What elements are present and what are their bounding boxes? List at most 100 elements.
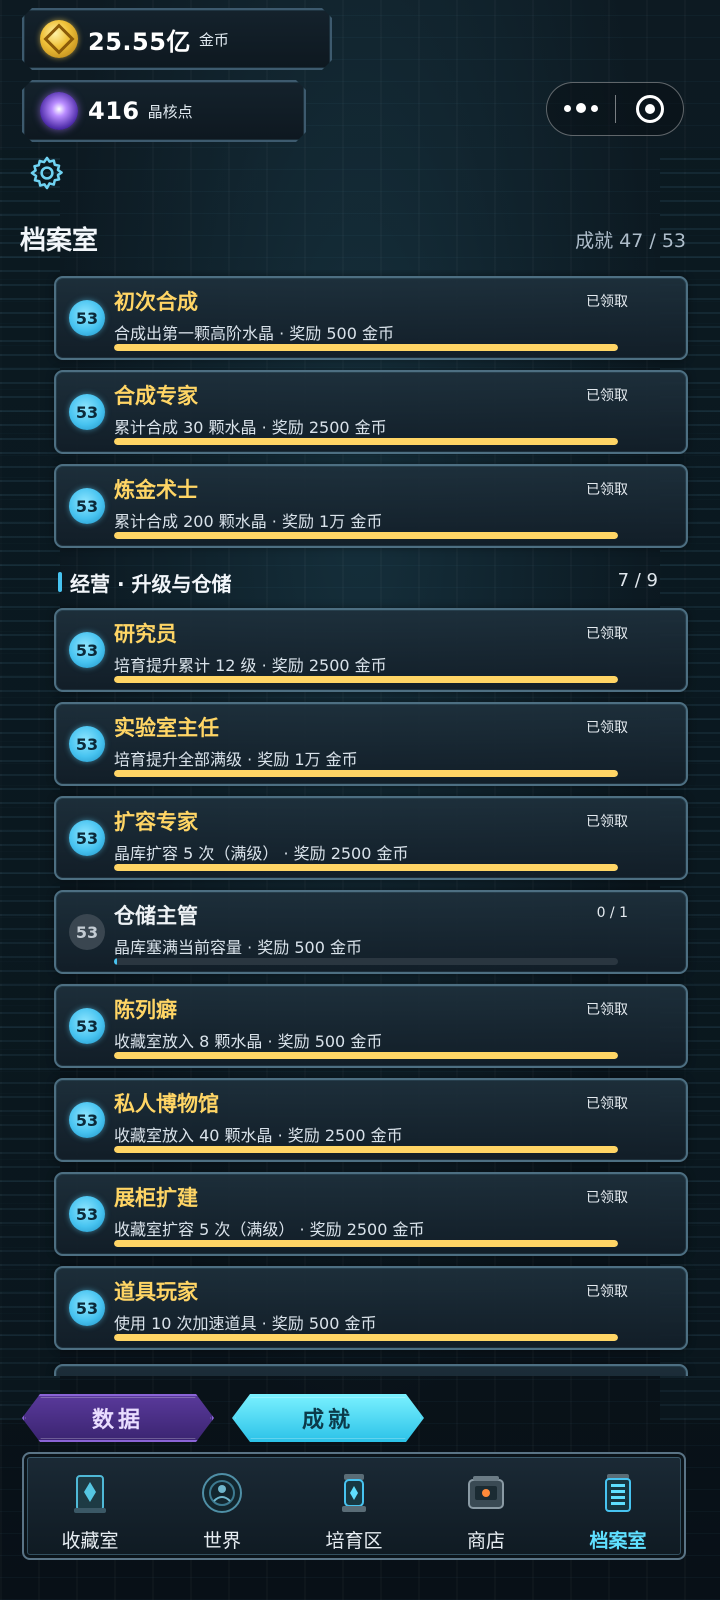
- achievement-progress-bar: [114, 1146, 618, 1153]
- level-badge: 53: [69, 914, 105, 950]
- archive-icon: [605, 1474, 631, 1512]
- achievement-card[interactable]: 53 私人博物馆收藏室放入 40 颗水晶 · 奖励 2500 金币 已领取: [54, 1078, 688, 1162]
- achievement-card[interactable]: 53 展柜扩建收藏室扩容 5 次（满级） · 奖励 2500 金币 已领取: [54, 1172, 688, 1256]
- achievement-status: 已领取: [586, 626, 628, 642]
- achievement-name: 实验室主任: [114, 716, 219, 740]
- achievement-description: 培育提升累计 12 级 · 奖励 2500 金币: [114, 656, 387, 675]
- achievement-progress-bar: [114, 344, 618, 351]
- achievement-card[interactable]: 53 实验室主任培育提升全部满级 · 奖励 1万 金币 已领取: [54, 702, 688, 786]
- achievement-card[interactable]: 53 初次合成 合成出第一颗高阶水晶 · 奖励 500 金币 已领取: [54, 276, 688, 360]
- world-icon: [202, 1473, 242, 1513]
- achievement-status: 已领取: [586, 482, 628, 498]
- achievement-status: 已领取: [586, 1190, 628, 1206]
- achievement-card[interactable]: 53 炼金术士累计合成 200 颗水晶 · 奖励 1万 金币 已领取: [54, 464, 688, 548]
- level-badge: 53: [69, 1290, 105, 1326]
- achievement-status: 已领取: [586, 1284, 628, 1300]
- nav-label: 收藏室: [61, 1530, 119, 1552]
- gold-balance-unit: 金币: [198, 30, 229, 49]
- achievement-progress-fill: [114, 676, 618, 683]
- achievement-description: 累计合成 30 颗水晶 · 奖励 2500 金币: [114, 418, 387, 437]
- nav-item-shop[interactable]: 商店: [420, 1454, 552, 1558]
- miniprogram-capsule: [546, 82, 684, 136]
- achievement-name: 炼金术士: [114, 478, 198, 502]
- collection-room-icon: [74, 1475, 106, 1513]
- achievement-card[interactable]: 53 研究员培育提升累计 12 级 · 奖励 2500 金币 已领取: [54, 608, 688, 692]
- achievement-name: 初次合成: [114, 290, 198, 314]
- achievement-progress-fill: [114, 532, 618, 539]
- achievement-status: 已领取: [586, 1096, 628, 1112]
- achievement-progress-bar: [114, 676, 618, 683]
- achievement-name: 展柜扩建: [114, 1186, 198, 1210]
- tab-data[interactable]: 数据: [22, 1394, 214, 1442]
- achievement-description: 收藏室扩容 5 次（满级） · 奖励 2500 金币: [114, 1220, 425, 1239]
- level-badge: 53: [69, 820, 105, 856]
- level-badge: 53: [69, 632, 105, 668]
- level-badge: 53: [69, 1102, 105, 1138]
- nav-item-world[interactable]: 世界: [156, 1454, 288, 1558]
- achievement-progress-bar: [114, 1052, 618, 1059]
- achievement-status: 已领取: [586, 720, 628, 736]
- achievement-card[interactable]: 53 陈列癖 收藏室放入 8 颗水晶 · 奖励 500 金币 已领取: [54, 984, 688, 1068]
- achievement-list[interactable]: 53 初次合成 合成出第一颗高阶水晶 · 奖励 500 金币 已领取 53 合成专家 累计合…: [0, 270, 720, 1376]
- page-title: 档案室: [20, 226, 99, 256]
- achievement-progress-bar: [114, 438, 618, 445]
- achievement-name: 道具玩家: [114, 1280, 198, 1304]
- achievement-status: 已领取: [586, 294, 628, 310]
- section-title: 经营 · 升级与仓储: [70, 572, 232, 596]
- nav-item-incubator[interactable]: 培育区: [288, 1454, 420, 1558]
- achievement-card-partial[interactable]: [54, 1364, 688, 1376]
- gold-coin-icon: [40, 20, 78, 58]
- nav-label: 档案室: [589, 1530, 647, 1552]
- nav-label: 商店: [466, 1530, 505, 1552]
- achievement-progress-bar: [114, 770, 618, 777]
- achievement-description: 收藏室放入 8 颗水晶 · 奖励 500 金币: [114, 1032, 383, 1051]
- more-menu-icon[interactable]: [547, 103, 615, 114]
- level-badge: 53: [69, 394, 105, 430]
- nav-label: 世界: [202, 1530, 241, 1552]
- gold-balance-panel[interactable]: 25.55亿 金币: [22, 8, 332, 70]
- achievement-progress-fill: [114, 958, 118, 965]
- crystal-core-icon: [40, 92, 78, 130]
- gold-balance-value: 25.55亿: [88, 27, 191, 56]
- nav-item-collection[interactable]: 收藏室: [24, 1454, 156, 1558]
- bottom-navigation: 收藏室 世界 培育区 商店 档案室: [22, 1452, 686, 1560]
- achievement-progress-fill: [114, 864, 618, 871]
- achievement-name: 陈列癖: [114, 998, 177, 1022]
- level-badge: 53: [69, 488, 105, 524]
- nav-label: 培育区: [325, 1530, 383, 1552]
- achievement-description: 合成出第一颗高阶水晶 · 奖励 500 金币: [114, 324, 394, 343]
- achievement-progress-bar: [114, 958, 618, 965]
- achievement-description: 晶库塞满当前容量 · 奖励 500 金币: [114, 938, 362, 957]
- achievement-status: 已领取: [586, 814, 628, 830]
- shop-icon: [468, 1476, 504, 1509]
- nav-item-archive[interactable]: 档案室: [552, 1454, 684, 1558]
- achievement-name: 研究员: [114, 622, 177, 646]
- section-accent-bar: [58, 572, 62, 592]
- achievement-description: 收藏室放入 40 颗水晶 · 奖励 2500 金币: [114, 1126, 403, 1145]
- achievement-description: 培育提升全部满级 · 奖励 1万 金币: [114, 750, 358, 769]
- level-badge: 53: [69, 1196, 105, 1232]
- achievement-card[interactable]: 53 扩容专家 晶库扩容 5 次（满级） · 奖励 2500 金币 已领取: [54, 796, 688, 880]
- achievement-progress-bar: [114, 864, 618, 871]
- crystal-core-panel[interactable]: 416 晶核点: [22, 80, 306, 142]
- achievement-card[interactable]: 53 合成专家 累计合成 30 颗水晶 · 奖励 2500 金币 已领取: [54, 370, 688, 454]
- achievement-name: 私人博物馆: [114, 1092, 219, 1116]
- section-count: 7 / 9: [617, 570, 658, 591]
- achievement-description: 累计合成 200 颗水晶 · 奖励 1万 金币: [114, 512, 383, 531]
- incubator-icon: [342, 1474, 366, 1512]
- section-header-operations: 经营 · 升级与仓储 7 / 9: [58, 568, 658, 598]
- achievement-status: 0 / 1: [596, 905, 628, 921]
- achievement-name: 仓储主管: [114, 904, 198, 928]
- achievement-progress-fill: [114, 438, 618, 445]
- level-badge: 53: [69, 1008, 105, 1044]
- achievement-card[interactable]: 53 道具玩家 使用 10 次加速道具 · 奖励 500 金币 已领取: [54, 1266, 688, 1350]
- achievement-status: 已领取: [586, 388, 628, 404]
- achievement-progress-bar: [114, 1334, 618, 1341]
- tab-achievements[interactable]: 成就: [232, 1394, 424, 1442]
- gear-icon[interactable]: [28, 154, 66, 192]
- level-badge: 53: [69, 726, 105, 762]
- crystal-core-unit: 晶核点: [147, 102, 193, 121]
- achievement-progress-fill: [114, 1146, 618, 1153]
- achievement-card[interactable]: 53 仓储主管晶库塞满当前容量 · 奖励 500 金币 0 / 1: [54, 890, 688, 974]
- close-miniprogram-button[interactable]: [616, 95, 683, 123]
